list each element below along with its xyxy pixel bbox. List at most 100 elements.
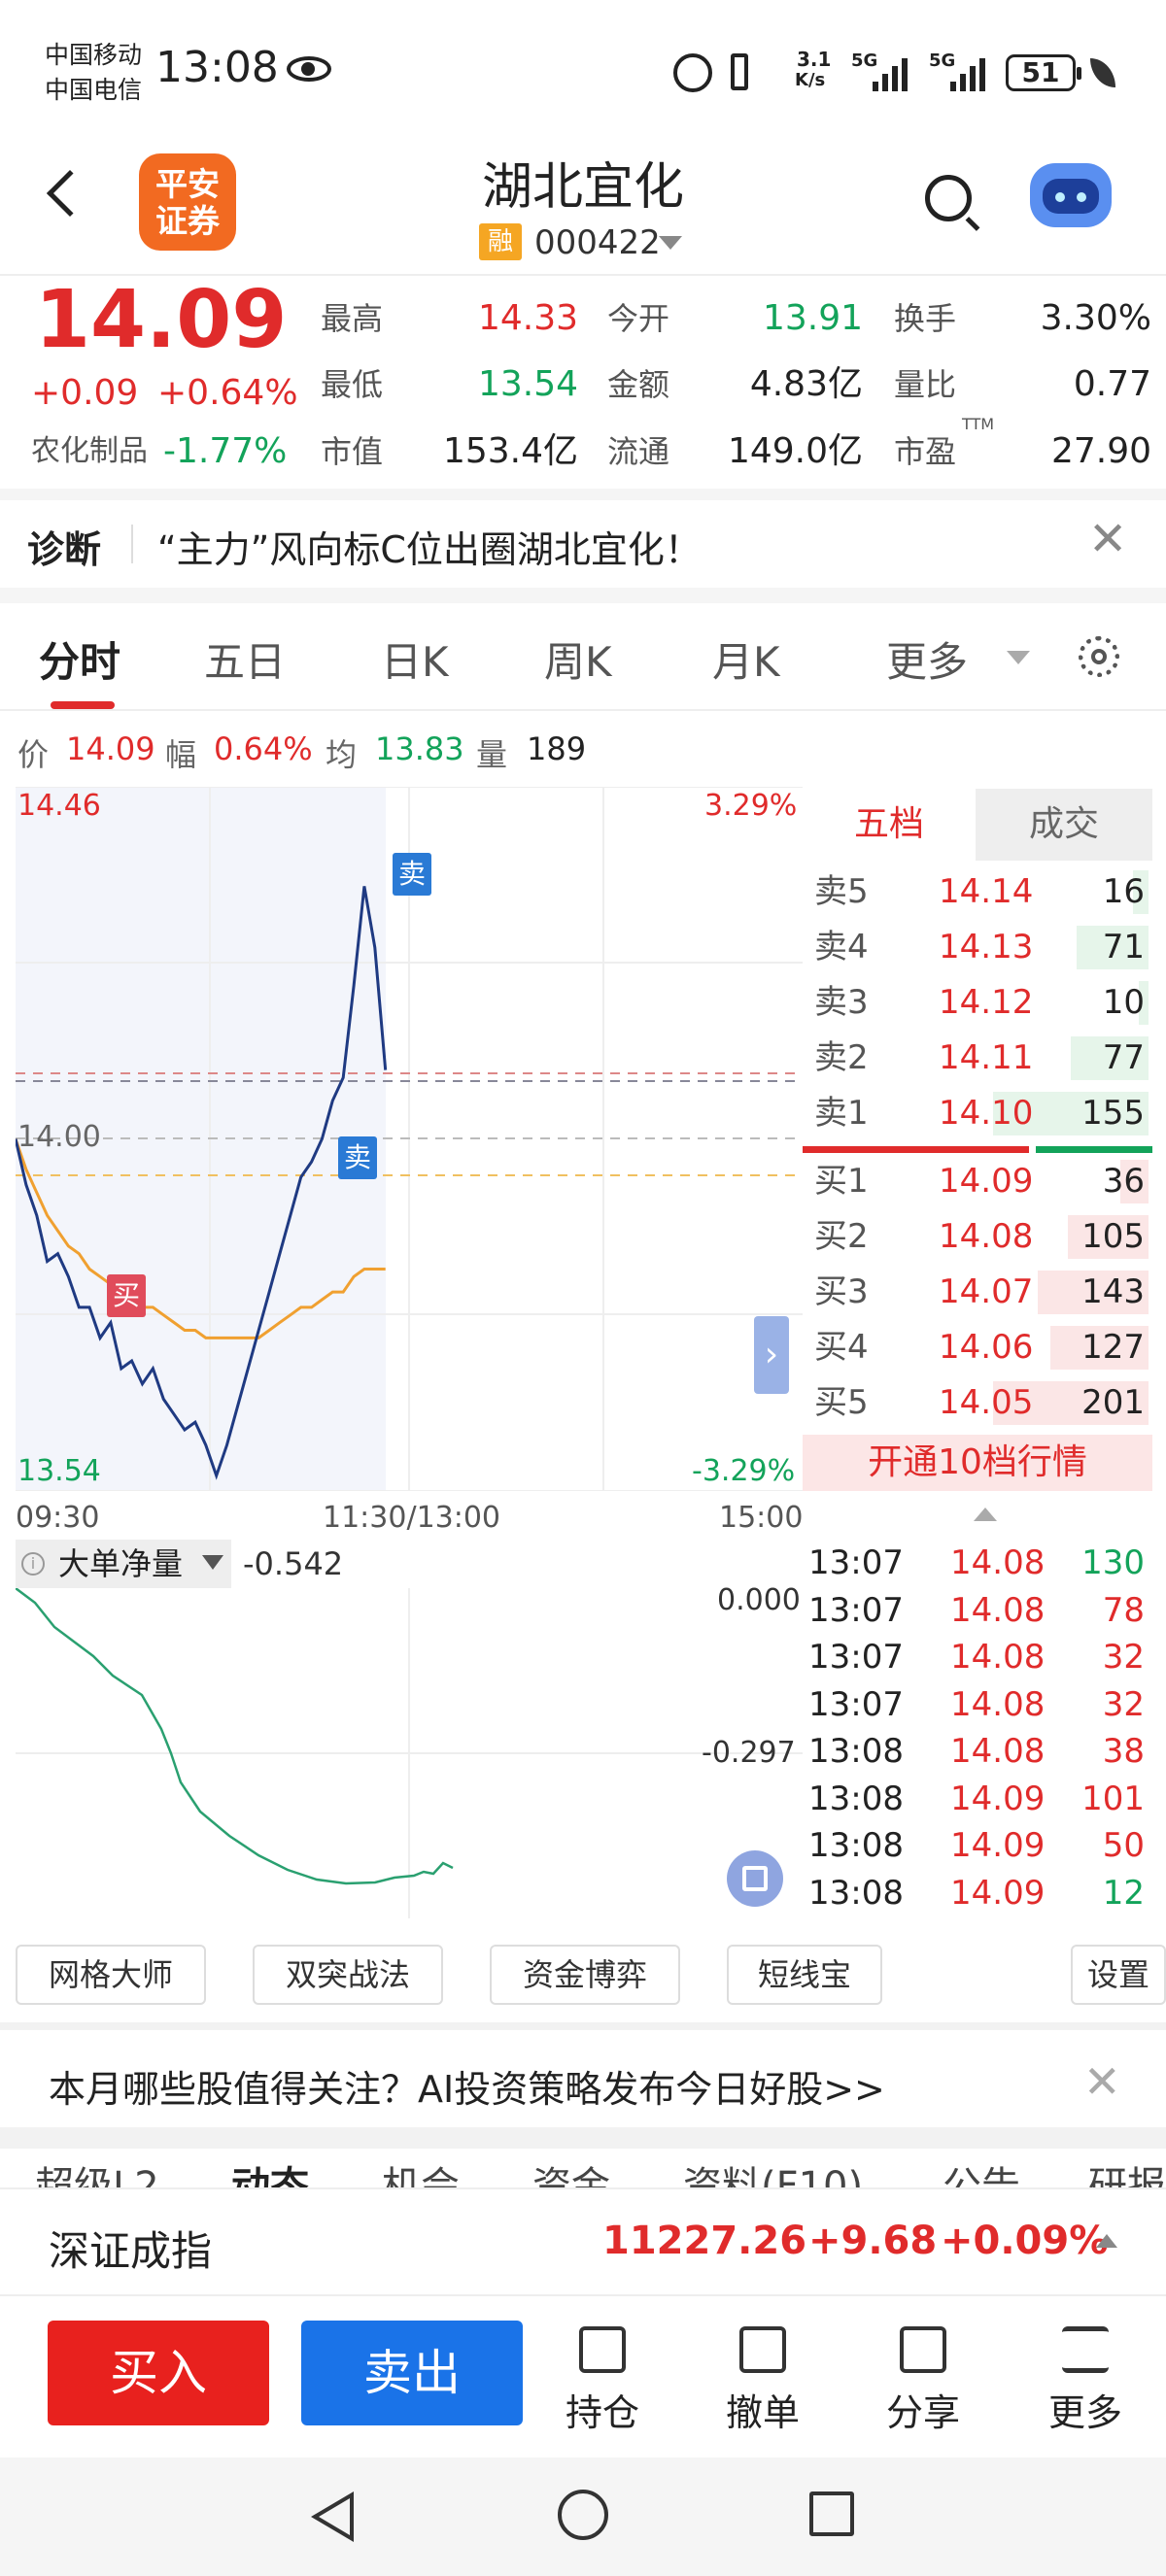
ask-row[interactable]: 卖1 14.10 155 xyxy=(803,1086,1152,1141)
tab-trades[interactable]: 成交 xyxy=(976,789,1152,861)
info-price: 14.09 xyxy=(66,730,155,767)
index-pct: +0.09% xyxy=(941,2219,1109,2263)
trade-time: 13:07 xyxy=(808,1638,904,1677)
chevron-down-icon[interactable] xyxy=(202,1555,223,1570)
tab-underline xyxy=(51,701,115,709)
chevron-up-icon[interactable] xyxy=(1096,2234,1117,2248)
index-name[interactable]: 深证成指 xyxy=(49,2219,212,2278)
bid-row[interactable]: 买4 14.06 127 xyxy=(803,1320,1152,1375)
trade-time: 13:07 xyxy=(808,1684,904,1724)
tab-daily-k[interactable]: 日K xyxy=(381,629,449,689)
level-label: 买5 xyxy=(814,1383,869,1422)
net-speed-unit: K/s xyxy=(795,70,826,90)
sector-name[interactable]: 农化制品 xyxy=(31,432,148,471)
back-arrow-icon[interactable] xyxy=(46,169,94,218)
tab-more[interactable]: 更多 xyxy=(886,629,968,689)
current-price: 14.09 xyxy=(35,274,288,366)
leaf-icon xyxy=(1090,58,1115,87)
tab-f10[interactable]: 资料(F10) xyxy=(683,2154,863,2187)
trade-volume: 12 xyxy=(1102,1873,1145,1913)
time-mid: 11:30/13:00 xyxy=(323,1501,501,1535)
stock-code[interactable]: 000422 xyxy=(534,223,661,262)
nav-back-icon[interactable] xyxy=(311,2491,354,2542)
share-button[interactable]: 分享 xyxy=(865,2326,981,2434)
tool-settings[interactable]: 设置 xyxy=(1071,1945,1166,2005)
ask-row[interactable]: 卖3 14.12 10 xyxy=(803,975,1152,1031)
bid-row[interactable]: 买1 14.09 36 xyxy=(803,1154,1152,1209)
more-button[interactable]: 更多 xyxy=(1027,2326,1144,2434)
chart-prevclose-label: 14.00 xyxy=(17,1120,101,1154)
tab-intraday[interactable]: 分时 xyxy=(39,629,120,689)
indicator-top-label: 0.000 xyxy=(717,1583,801,1617)
bid-row[interactable]: 买3 14.07 143 xyxy=(803,1265,1152,1320)
tool-grid-master[interactable]: 网格大师 xyxy=(16,1945,206,2005)
tab-notice[interactable]: 公告 xyxy=(943,2154,1020,2187)
tab-5day[interactable]: 五日 xyxy=(204,629,286,689)
tool-short-line[interactable]: 短线宝 xyxy=(727,1945,882,2005)
high-label: 最高 xyxy=(321,300,384,337)
amount-label: 金额 xyxy=(607,366,670,403)
chevron-down-icon[interactable] xyxy=(659,236,682,250)
sell-marker[interactable]: 卖 xyxy=(393,853,431,896)
level-price: 14.07 xyxy=(939,1272,1034,1311)
trade-time: 13:08 xyxy=(808,1873,904,1913)
tab-funds[interactable]: 资金 xyxy=(532,2154,610,2187)
tab-l2[interactable]: 超级L2 xyxy=(35,2154,159,2187)
buy-button[interactable]: 买入 xyxy=(48,2321,269,2425)
trade-price: 14.09 xyxy=(950,1826,1046,1865)
tab-monthly-k[interactable]: 月K xyxy=(712,629,780,689)
cancel-order-button[interactable]: 撤单 xyxy=(704,2326,821,2434)
vibrate-icon xyxy=(731,53,748,90)
level-volume: 201 xyxy=(1081,1383,1145,1422)
tab-chance[interactable]: 机会 xyxy=(382,2154,460,2187)
tab-research[interactable]: 研报 xyxy=(1088,2154,1166,2187)
price-change-pct: +0.64% xyxy=(157,373,298,413)
close-icon[interactable]: ✕ xyxy=(1083,2055,1121,2108)
chart-high-pct: 3.29% xyxy=(704,789,798,823)
chevron-up-icon[interactable] xyxy=(974,1508,997,1521)
orderbook-divider xyxy=(803,1146,1152,1153)
trade-row: 13:08 14.08 38 xyxy=(803,1728,1152,1775)
open-level10-button[interactable]: 开通10档行情 xyxy=(803,1435,1152,1491)
nav-recent-icon[interactable] xyxy=(809,2491,854,2536)
status-bar: 中国移动 中国电信 13:08 3.1 K/s 5G 5G 51 xyxy=(0,0,1166,146)
tool-fund-game[interactable]: 资金博弈 xyxy=(490,1945,680,2005)
tab-weekly-k[interactable]: 周K xyxy=(544,629,612,689)
bid-row[interactable]: 买5 14.05 201 xyxy=(803,1375,1152,1431)
trade-row: 13:08 14.09 12 xyxy=(803,1870,1152,1916)
robot-assistant-icon[interactable] xyxy=(1030,163,1112,227)
index-value: 11227.26 xyxy=(602,2219,807,2263)
indicator-name[interactable]: 大单净量 xyxy=(58,1540,183,1588)
buy-marker[interactable]: 买 xyxy=(107,1274,146,1317)
indicator-mid-label: -0.297 xyxy=(702,1736,796,1770)
chevron-down-icon[interactable] xyxy=(1007,651,1030,664)
sell-button[interactable]: 卖出 xyxy=(301,2321,523,2425)
ask-row[interactable]: 卖2 14.11 77 xyxy=(803,1031,1152,1086)
trade-volume: 32 xyxy=(1102,1684,1145,1724)
bid-row[interactable]: 买2 14.08 105 xyxy=(803,1209,1152,1265)
tool-double-breakout[interactable]: 双突战法 xyxy=(253,1945,443,2005)
info-vol: 189 xyxy=(527,730,587,767)
gear-icon[interactable] xyxy=(1079,636,1119,677)
holdings-button[interactable]: 持仓 xyxy=(544,2326,661,2434)
ad-text[interactable]: 本月哪些股值得关注？AI投资策略发布今日好股>> xyxy=(49,2059,885,2113)
close-icon[interactable]: ✕ xyxy=(1088,516,1127,562)
menu-icon xyxy=(1062,2326,1109,2373)
diagnosis-text[interactable]: “主力”风向标C位出圈湖北宜化！ xyxy=(157,520,702,573)
sector-pct: -1.77% xyxy=(163,431,288,471)
sell-marker-2[interactable]: 卖 xyxy=(338,1136,377,1179)
fullscreen-icon[interactable] xyxy=(727,1850,783,1907)
ask-row[interactable]: 卖5 14.14 16 xyxy=(803,864,1152,920)
tab-five-level[interactable]: 五档 xyxy=(803,789,976,861)
ask-row[interactable]: 卖4 14.13 71 xyxy=(803,920,1152,975)
expand-orderbook-button[interactable]: › xyxy=(754,1316,789,1394)
undo-icon xyxy=(739,2326,786,2373)
search-icon[interactable] xyxy=(925,175,972,221)
trade-volume: 101 xyxy=(1081,1779,1145,1818)
alarm-icon xyxy=(673,53,712,92)
battery-icon: 51 xyxy=(1006,54,1081,91)
tab-news[interactable]: 动态 xyxy=(231,2154,309,2187)
nav-home-icon[interactable] xyxy=(558,2490,608,2540)
level-label: 卖1 xyxy=(814,1094,869,1133)
info-icon[interactable]: i xyxy=(21,1552,45,1576)
